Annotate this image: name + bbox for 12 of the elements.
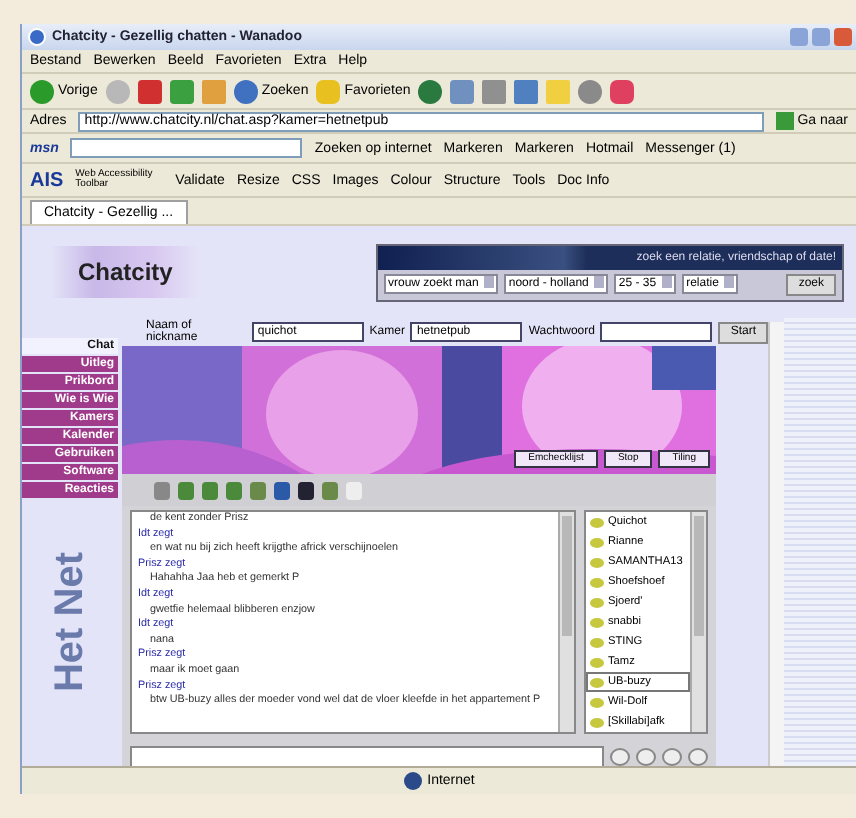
search-field[interactable] xyxy=(70,138,303,158)
brand-logo: Het Net xyxy=(47,552,93,693)
scrollbar[interactable] xyxy=(768,322,784,766)
site-logo: Chatcity xyxy=(50,246,201,298)
scrollbar[interactable] xyxy=(690,512,706,732)
ais-logo: AIS xyxy=(30,169,64,191)
scrollbar[interactable] xyxy=(558,512,574,732)
password-field[interactable] xyxy=(600,322,713,342)
message-field[interactable] xyxy=(130,745,604,766)
maximize-button[interactable] xyxy=(812,28,830,46)
close-button[interactable] xyxy=(834,28,852,46)
minimize-button[interactable] xyxy=(790,28,808,46)
